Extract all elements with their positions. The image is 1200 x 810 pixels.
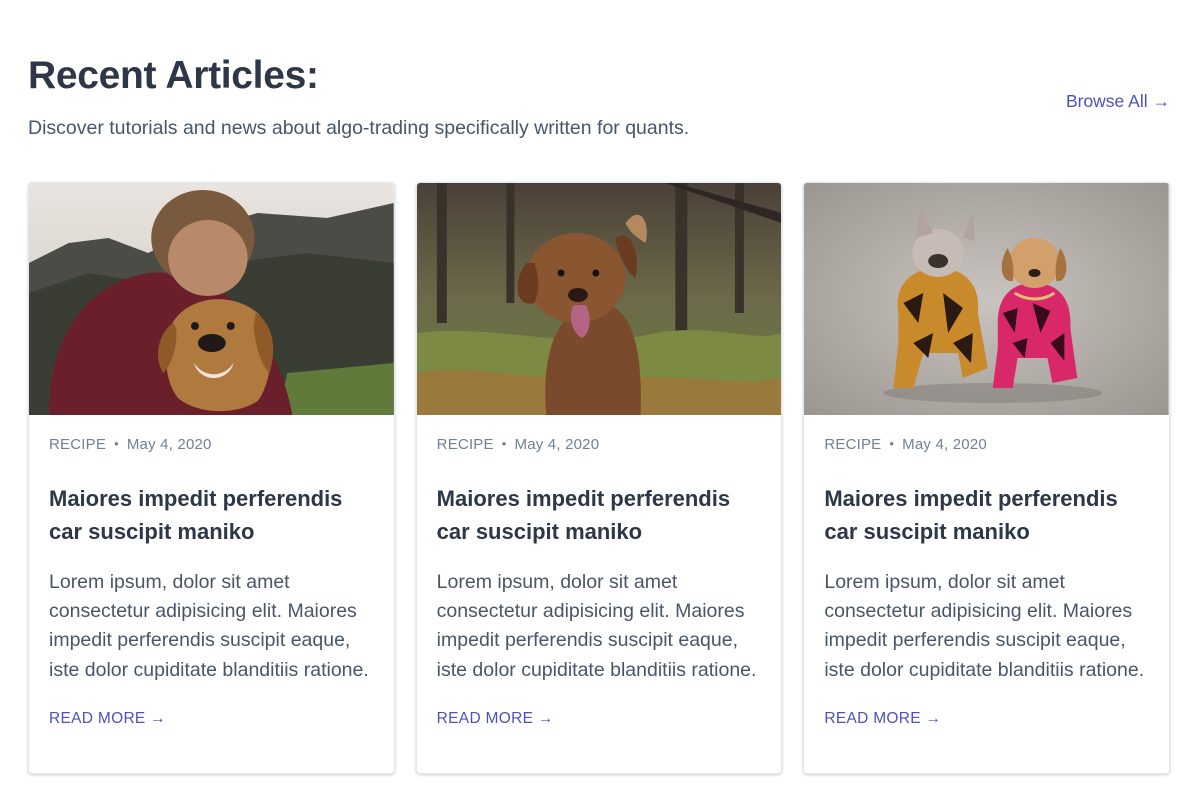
article-card[interactable]: RECIPE • May 4, 2020 Maiores impedit perfe… <box>803 182 1171 774</box>
article-image-dog-in-meadow <box>416 183 782 415</box>
article-meta: RECIPE • May 4, 2020 <box>49 436 374 458</box>
article-title[interactable]: Maiores impedit perferendis car suscipit… <box>49 482 374 548</box>
article-date: May 4, 2020 <box>126 436 212 453</box>
read-more-link[interactable]: READ MORE → <box>824 710 941 728</box>
read-more-link[interactable]: READ MORE → <box>49 710 166 728</box>
section-title: Recent Articles: <box>28 54 319 97</box>
article-category: RECIPE <box>436 436 494 453</box>
article-date: May 4, 2020 <box>514 436 600 453</box>
article-meta: RECIPE • May 4, 2020 <box>824 436 1149 458</box>
article-card[interactable]: RECIPE • May 4, 2020 Maiores impedit perfe… <box>28 182 395 774</box>
article-card[interactable]: RECIPE • May 4, 2020 Maiores impedit perfe… <box>415 182 783 774</box>
article-card-list: RECIPE • May 4, 2020 Maiores impedit perfe… <box>28 182 1171 774</box>
section-header: Recent Articles: Discover tutorials and … <box>28 0 1170 182</box>
article-image-two-dogs-in-jackets <box>804 183 1170 415</box>
article-image-man-with-dog <box>29 183 394 415</box>
article-meta: RECIPE • May 4, 2020 <box>437 436 762 458</box>
article-excerpt: Lorem ipsum, dolor sit amet consectetur … <box>436 571 757 681</box>
article-card-body: RECIPE • May 4, 2020 Maiores impedit perfe… <box>804 415 1169 728</box>
article-title[interactable]: Maiores impedit perferendis car suscipit… <box>437 482 762 548</box>
article-date: May 4, 2020 <box>902 436 987 453</box>
browse-all-link[interactable]: Browse All → <box>1066 91 1170 112</box>
meta-separator: • <box>114 436 119 451</box>
section-subtitle: Discover tutorials and news about algo-t… <box>28 117 690 139</box>
read-more-link[interactable]: READ MORE → <box>437 710 554 728</box>
article-category: RECIPE <box>824 436 882 453</box>
article-title[interactable]: Maiores impedit perferendis car suscipit… <box>824 482 1149 548</box>
article-excerpt: Lorem ipsum, dolor sit amet consectetur … <box>824 571 1145 681</box>
meta-separator: • <box>889 436 895 451</box>
article-card-body: RECIPE • May 4, 2020 Maiores impedit perfe… <box>29 415 394 728</box>
article-card-body: RECIPE • May 4, 2020 Maiores impedit perfe… <box>417 415 782 728</box>
article-category: RECIPE <box>49 436 107 453</box>
recent-articles-section: Recent Articles: Discover tutorials and … <box>0 0 1200 810</box>
meta-separator: • <box>501 436 507 451</box>
article-excerpt: Lorem ipsum, dolor sit amet consectetur … <box>49 571 369 681</box>
